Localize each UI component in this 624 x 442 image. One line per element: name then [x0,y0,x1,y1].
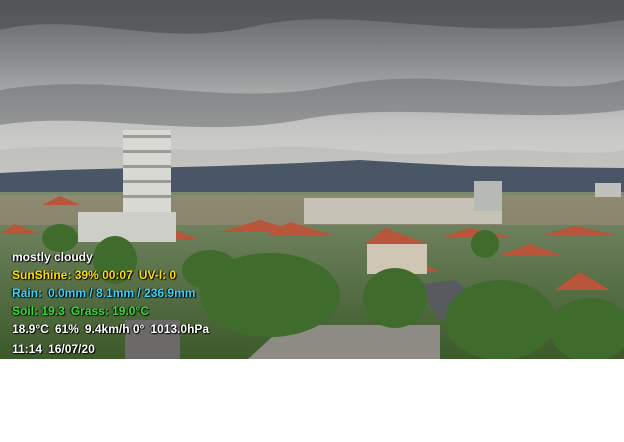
datetime-line: 11:14 16/07/20 [12,342,95,356]
weather-line: 18.9°C 61% 9.4km/h 0° 1013.0hPa [12,322,209,336]
humidity: 61% [54,322,79,336]
soil-temperature: Soil: 19.3 [12,304,65,318]
weather-overlay: mostly cloudy SunShine: 39% 00:07 UV-I: 0… [0,0,624,359]
temperature: 18.9°C [12,322,49,336]
date: 16/07/20 [48,342,95,356]
uv-index: UV-I: 0 [138,268,177,282]
blank-area [0,359,624,442]
rain-label: Rain: [12,286,42,300]
rain-line: Rain: 0.0mm / 8.1mm / 236.9mm [12,286,195,300]
rain-value: 0.0mm / 8.1mm / 236.9mm [48,286,196,300]
time: 11:14 [12,342,43,356]
sunshine-label: SunShine: [12,268,72,282]
condition-text: mostly cloudy [12,250,93,264]
soil-line: Soil: 19.3 Grass: 19.0°C [12,304,149,318]
webcam-image: mostly cloudy SunShine: 39% 00:07 UV-I: 0… [0,0,624,359]
pressure: 1013.0hPa [150,322,210,336]
sunshine-line: SunShine: 39% 00:07 UV-I: 0 [12,268,176,282]
grass-temperature: Grass: 19.0°C [70,304,149,318]
sunshine-percent: 39% [74,268,99,282]
sunshine-duration: 00:07 [102,268,133,282]
wind: 9.4km/h 0° [84,322,145,336]
